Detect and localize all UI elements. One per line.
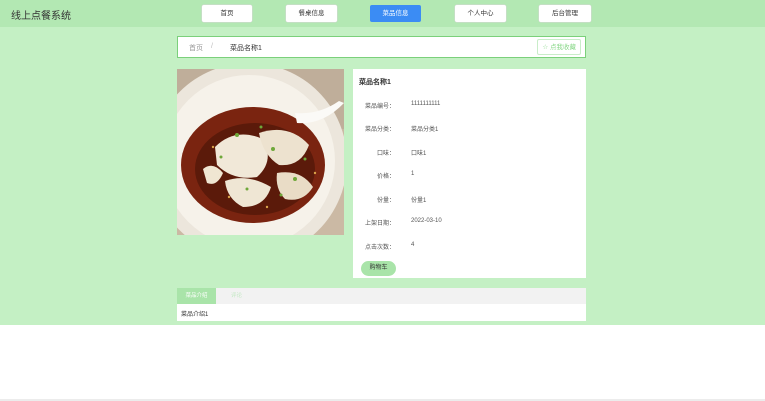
dish-date-label: 上架日期： (364, 221, 395, 227)
dish-clicks-label: 点击次数： (364, 245, 395, 251)
dish-info-panel: 菜品名称1 菜品编号： 1111111111 菜品分类： 菜品分类1 口味： 口… (353, 69, 586, 278)
nav-dishes-button[interactable]: 菜品信息 (370, 5, 421, 22)
dish-image (177, 69, 344, 235)
breadcrumb-separator: / (211, 43, 213, 50)
dish-portion-value: 份量1 (411, 198, 427, 204)
top-navigation-bar: 线上点餐系统 首页 餐桌信息 菜品信息 个人中心 后台管理 (0, 0, 765, 27)
tab-bar: 菜品介绍 评论 (177, 288, 586, 304)
add-to-cart-button[interactable]: 购物车 (361, 261, 396, 276)
tab-comments[interactable]: 评论 (223, 288, 250, 304)
dish-code-value: 1111111111 (411, 101, 441, 107)
nav-admin-button[interactable]: 后台管理 (539, 5, 591, 22)
dish-flavor-value: 口味1 (411, 151, 427, 157)
nav-home-button[interactable]: 首页 (202, 5, 252, 22)
favorite-button[interactable]: ☆ 点我收藏 (537, 39, 581, 55)
dish-portion-label: 份量： (376, 198, 395, 204)
detail-tabs: 菜品介绍 评论 菜品介绍1 (177, 288, 586, 321)
app-title: 线上点餐系统 (11, 11, 71, 22)
dish-price-value: 1 (411, 171, 415, 177)
breadcrumb: 首页 / 菜品名称1 ☆ 点我收藏 (177, 36, 586, 58)
dish-date-value: 2022-03-10 (411, 218, 442, 224)
dish-flavor-label: 口味： (376, 151, 395, 157)
breadcrumb-home-link[interactable]: 首页 (189, 43, 203, 53)
dish-code-label: 菜品编号： (364, 104, 395, 110)
tab-dish-intro[interactable]: 菜品介绍 (177, 288, 216, 304)
breadcrumb-current: 菜品名称1 (230, 45, 262, 52)
nav-tables-button[interactable]: 餐桌信息 (286, 5, 337, 22)
dish-category-value: 菜品分类1 (411, 127, 439, 133)
dish-title: 菜品名称1 (359, 79, 391, 86)
tab-content: 菜品介绍1 (181, 312, 209, 318)
nav-profile-button[interactable]: 个人中心 (455, 5, 506, 22)
dish-category-label: 菜品分类： (364, 127, 395, 133)
dish-price-label: 价格： (376, 174, 395, 180)
dish-clicks-value: 4 (411, 242, 415, 248)
